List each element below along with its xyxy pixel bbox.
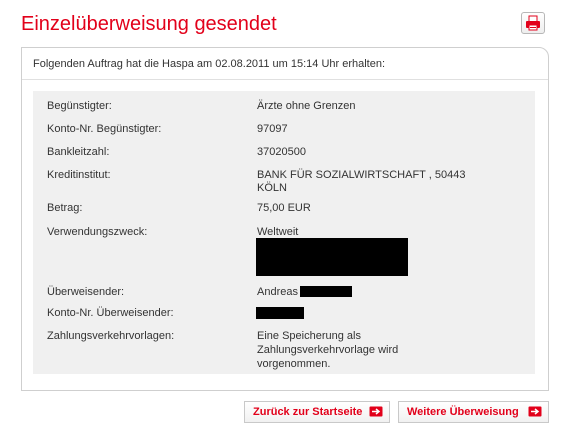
- print-button[interactable]: [521, 12, 545, 34]
- back-to-start-label: Zurück zur Startseite: [253, 406, 363, 418]
- sender-value: Andreas: [257, 286, 298, 298]
- divider: [22, 79, 548, 80]
- confirmation-intro-text: Folgenden Auftrag hat die Haspa am 02.08…: [33, 58, 386, 70]
- purpose-value: Weltweit: [257, 226, 299, 238]
- template-value-line2: Zahlungsverkehrvorlage wird: [257, 344, 399, 356]
- sender-account-label: Konto-Nr. Überweisender:: [47, 307, 174, 319]
- arrow-right-icon: [369, 406, 383, 417]
- further-transfer-label: Weitere Überweisung: [407, 406, 519, 418]
- template-value-line3: vorgenommen.: [257, 358, 331, 370]
- transfer-details: Begünstigter: Ärzte ohne Grenzen Konto-N…: [33, 91, 535, 374]
- beneficiary-account-label: Konto-Nr. Begünstigter:: [47, 123, 162, 135]
- bank-city-value: KÖLN: [257, 182, 287, 194]
- bank-code-value: 37020500: [257, 146, 306, 158]
- sender-label: Überweisender:: [47, 286, 125, 298]
- further-transfer-button[interactable]: Weitere Überweisung: [398, 401, 549, 423]
- printer-icon: [522, 13, 544, 33]
- amount-value: 75,00 EUR: [257, 202, 311, 214]
- redacted-sender-surname: [300, 286, 352, 297]
- transfer-confirmation-panel: Folgenden Auftrag hat die Haspa am 02.08…: [21, 47, 549, 391]
- bank-code-label: Bankleitzahl:: [47, 146, 110, 158]
- amount-label: Betrag:: [47, 202, 83, 214]
- redacted-sender-account: [256, 307, 304, 319]
- purpose-label: Verwendungszweck:: [47, 226, 148, 238]
- bank-name-label: Kreditinstitut:: [47, 169, 111, 181]
- bank-name-value: BANK FÜR SOZIALWIRTSCHAFT , 50443: [257, 169, 466, 181]
- template-value-line1: Eine Speicherung als: [257, 330, 361, 342]
- beneficiary-value: Ärzte ohne Grenzen: [257, 100, 356, 112]
- beneficiary-account-value: 97097: [257, 123, 288, 135]
- redacted-purpose-block: [256, 238, 408, 276]
- page-title: Einzelüberweisung gesendet: [21, 13, 277, 35]
- beneficiary-label: Begünstigter:: [47, 100, 112, 112]
- back-to-start-button[interactable]: Zurück zur Startseite: [244, 401, 390, 423]
- template-label: Zahlungsverkehrvorlagen:: [47, 330, 175, 342]
- arrow-right-icon: [528, 406, 542, 417]
